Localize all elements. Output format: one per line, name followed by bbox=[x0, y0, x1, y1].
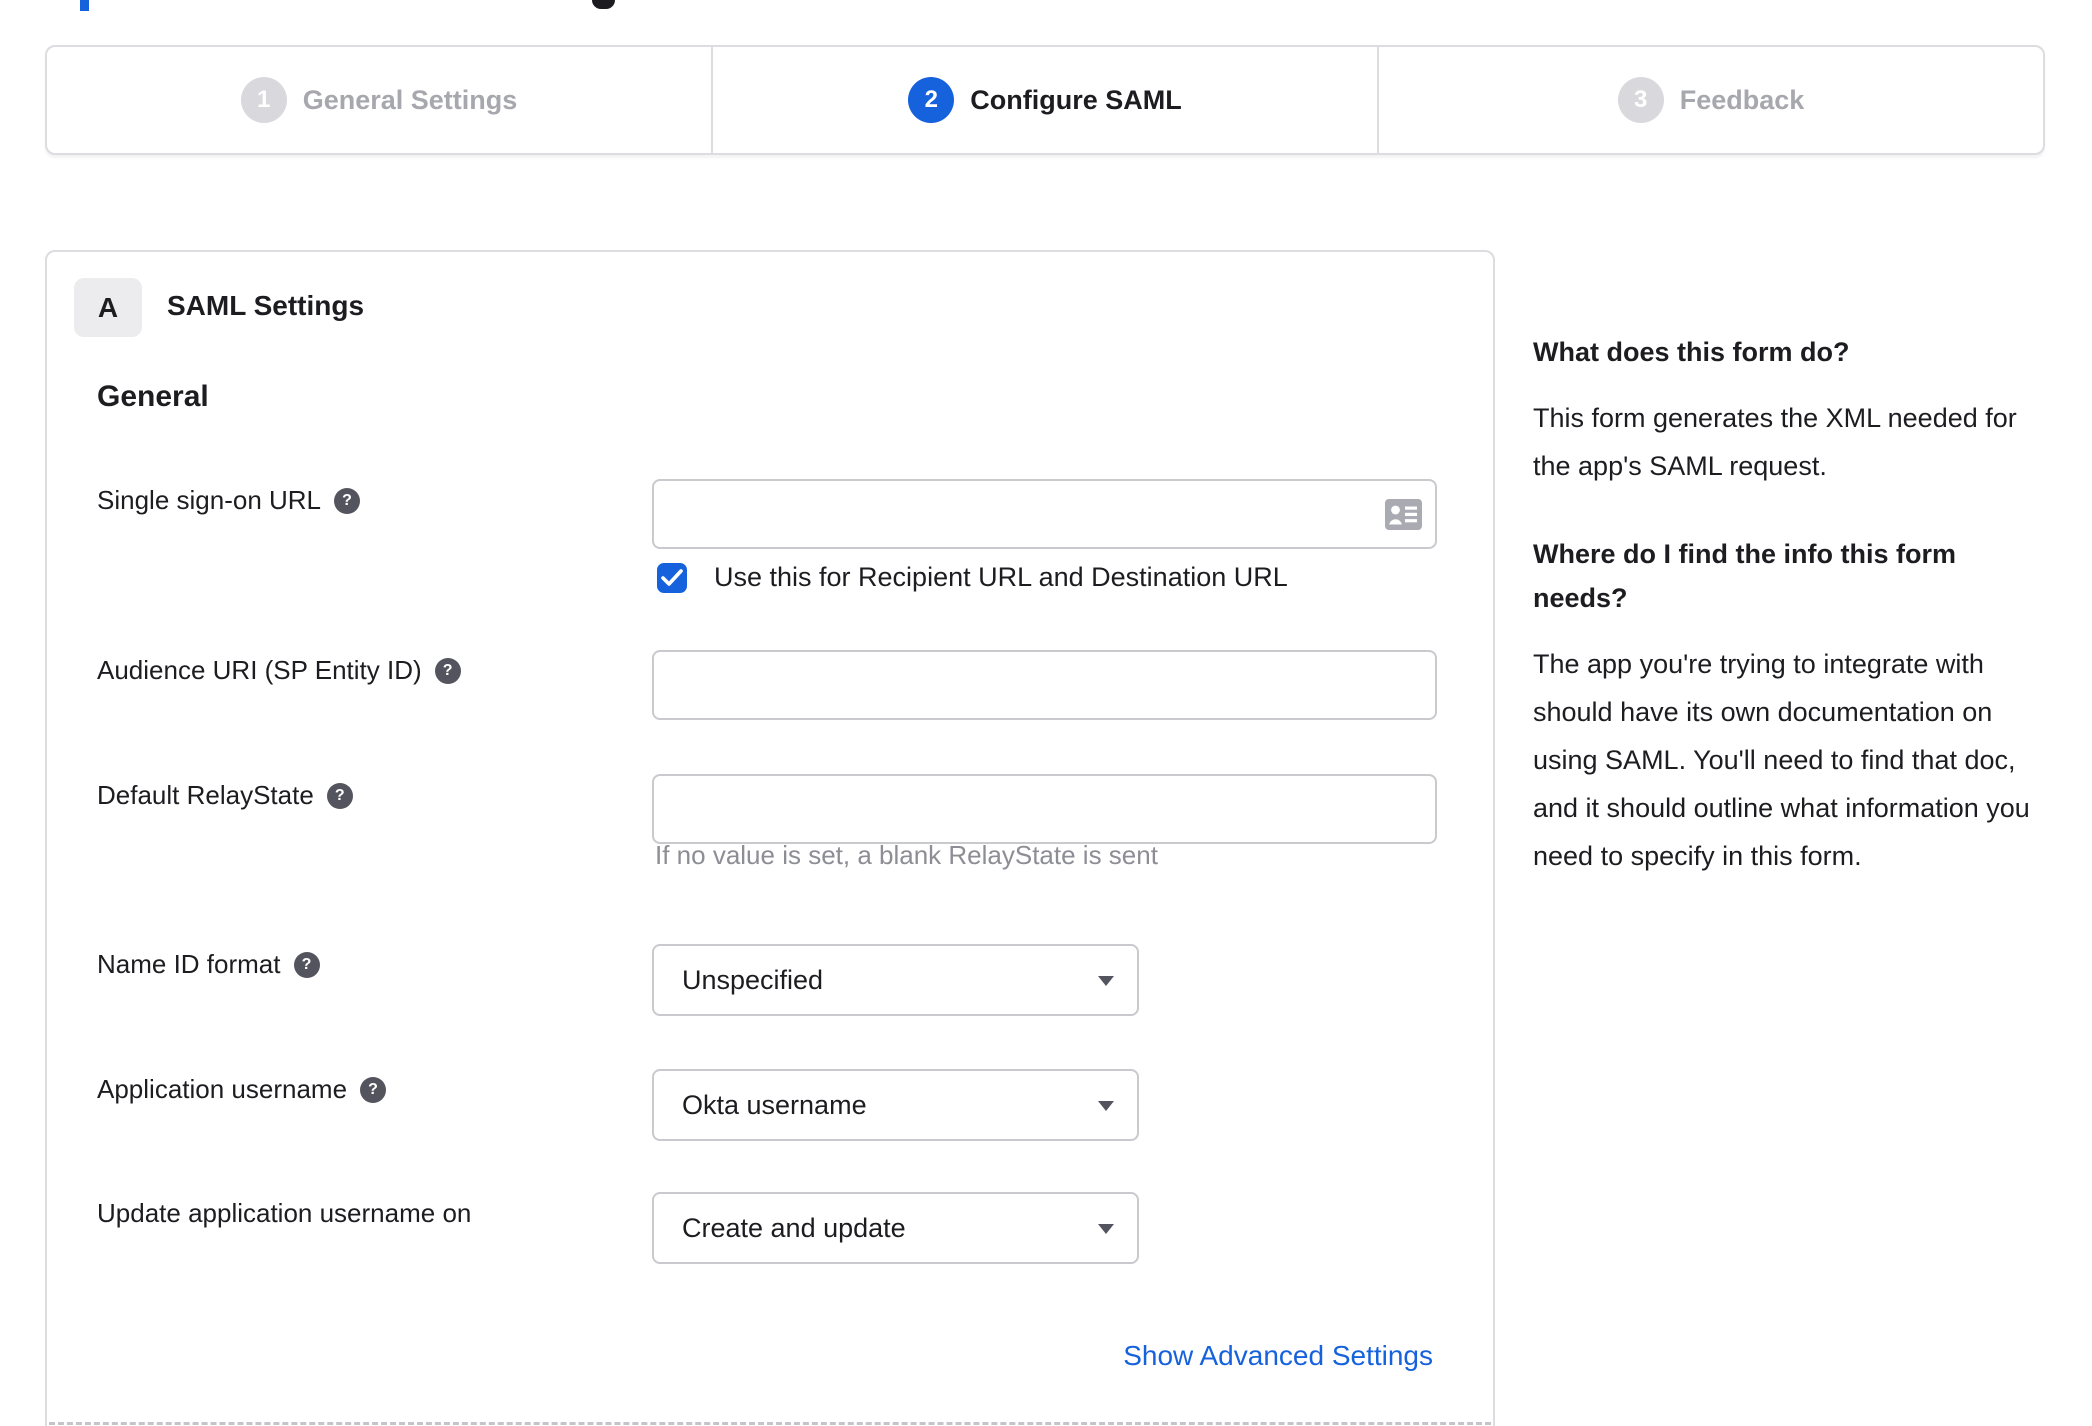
update-username-on-select[interactable]: Create and update bbox=[652, 1192, 1139, 1264]
field-label-text: Update application username on bbox=[97, 1198, 472, 1228]
field-label-text: Single sign-on URL bbox=[97, 485, 322, 515]
select-value: Create and update bbox=[682, 1212, 906, 1243]
audience-uri-input[interactable] bbox=[652, 650, 1437, 720]
recipient-url-checkbox-row: Use this for Recipient URL and Destinati… bbox=[657, 562, 1288, 593]
step-label: General Settings bbox=[302, 84, 518, 115]
default-relaystate-input[interactable] bbox=[652, 774, 1437, 844]
step-label: Configure SAML bbox=[970, 84, 1182, 115]
section-a-badge: A bbox=[74, 278, 142, 337]
chevron-down-icon bbox=[1098, 1101, 1114, 1111]
chevron-down-icon bbox=[1098, 1224, 1114, 1234]
step-general-settings[interactable]: 1 General Settings bbox=[47, 47, 711, 153]
step-number-badge: 2 bbox=[908, 77, 955, 123]
help-icon[interactable]: ? bbox=[334, 487, 361, 514]
cutoff-dark-icon-fragment bbox=[592, 0, 615, 9]
cutoff-blue-fragment bbox=[80, 0, 89, 11]
audience-uri-label: Audience URI (SP Entity ID) ? bbox=[97, 655, 461, 686]
help-icon[interactable]: ? bbox=[326, 782, 353, 809]
field-label-text: Audience URI (SP Entity ID) bbox=[97, 655, 422, 685]
chevron-down-icon bbox=[1098, 976, 1114, 986]
saml-settings-card: A SAML Settings General Single sign-on U… bbox=[45, 250, 1495, 1426]
help-sidebar: What does this form do? This form genera… bbox=[1533, 330, 2045, 922]
application-username-select[interactable]: Okta username bbox=[652, 1069, 1139, 1141]
name-id-format-label: Name ID format ? bbox=[97, 949, 320, 980]
select-value: Okta username bbox=[682, 1089, 867, 1120]
step-feedback[interactable]: 3 Feedback bbox=[1377, 47, 2043, 153]
step-configure-saml[interactable]: 2 Configure SAML bbox=[711, 47, 1377, 153]
help-icon[interactable]: ? bbox=[434, 657, 461, 684]
step-number-badge: 3 bbox=[1617, 77, 1664, 123]
wizard-stepper: 1 General Settings 2 Configure SAML 3 Fe… bbox=[45, 45, 2045, 155]
name-id-format-select[interactable]: Unspecified bbox=[652, 944, 1139, 1016]
general-section-heading: General bbox=[97, 380, 209, 413]
recipient-url-checkbox[interactable] bbox=[657, 562, 687, 593]
checkbox-label: Use this for Recipient URL and Destinati… bbox=[714, 562, 1288, 592]
section-dashed-divider bbox=[49, 1422, 1491, 1425]
step-label: Feedback bbox=[1679, 84, 1805, 115]
step-number-badge: 1 bbox=[240, 77, 287, 123]
single-sign-on-url-label: Single sign-on URL ? bbox=[97, 485, 361, 516]
help-icon[interactable]: ? bbox=[360, 1076, 387, 1103]
sidebar-body-what: This form generates the XML needed for t… bbox=[1533, 403, 2017, 481]
sidebar-heading-where: Where do I find the info this form needs… bbox=[1533, 539, 1956, 613]
update-username-on-label: Update application username on bbox=[97, 1198, 471, 1229]
field-label-text: Default RelayState bbox=[97, 780, 314, 810]
field-label-text: Application username bbox=[97, 1074, 348, 1104]
application-username-label: Application username ? bbox=[97, 1074, 387, 1105]
sidebar-heading-what: What does this form do? bbox=[1533, 337, 1850, 367]
contact-card-icon[interactable] bbox=[1385, 499, 1422, 535]
select-value: Unspecified bbox=[682, 964, 824, 995]
show-advanced-settings-link[interactable]: Show Advanced Settings bbox=[1123, 1340, 1433, 1372]
default-relaystate-label: Default RelayState ? bbox=[97, 780, 353, 811]
sidebar-body-where: The app you're trying to integrate with … bbox=[1533, 649, 2030, 871]
relaystate-hint: If no value is set, a blank RelayState i… bbox=[655, 840, 1158, 870]
panel-title: SAML Settings bbox=[167, 290, 365, 321]
help-icon[interactable]: ? bbox=[293, 951, 320, 978]
field-label-text: Name ID format bbox=[97, 949, 281, 979]
single-sign-on-url-input[interactable] bbox=[652, 479, 1437, 549]
